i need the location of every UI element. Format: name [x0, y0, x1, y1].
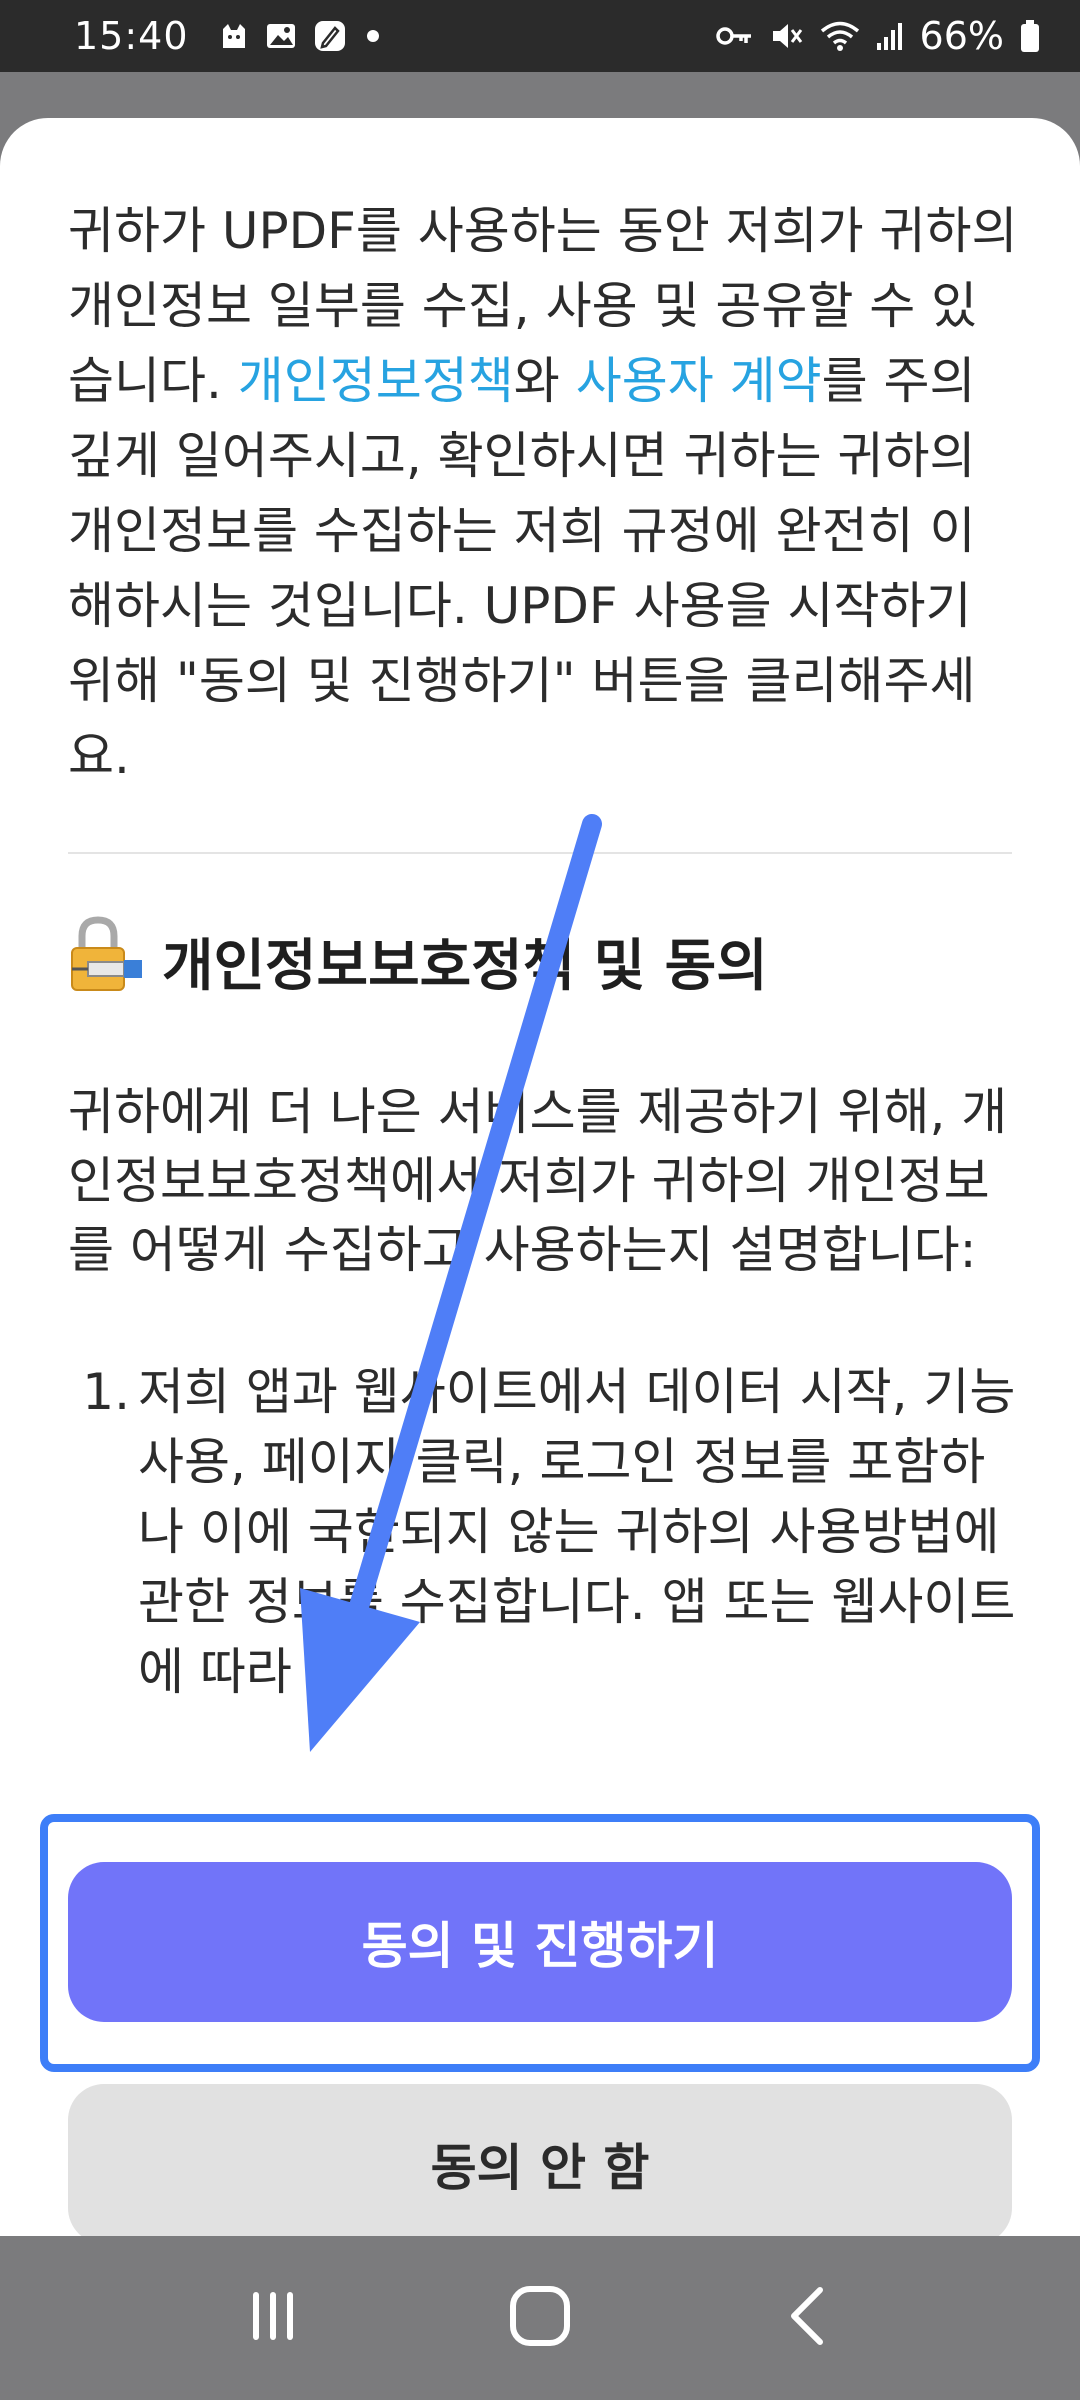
gallery-icon	[265, 21, 297, 51]
section-body: 귀하에게 더 나은 서비스를 제공하기 위해, 개인정보보호정책에서 저희가 귀…	[68, 1083, 1008, 1279]
button-area: 동의 및 진행하기 동의 안 함	[0, 1726, 1080, 2236]
intro-text: 귀하가 UPDF를 사용하는 동안 저희가 귀하의 개인정보 일부를 수집, 사…	[68, 194, 1018, 794]
back-icon	[782, 2284, 832, 2352]
battery-percent: 66%	[919, 14, 1004, 58]
back-button[interactable]	[752, 2263, 862, 2373]
status-bar: 15:40 66%	[0, 0, 1080, 72]
intro-text-part: 를 주의깊게 일어주시고, 확인하시면 귀하는 귀하의 개인정보를 수집하는 저…	[68, 352, 976, 785]
battery-icon	[1020, 19, 1040, 53]
user-agreement-link[interactable]: 사용자 계약	[576, 352, 822, 410]
lock-with-pen-icon	[68, 914, 144, 1008]
signal-icon	[876, 21, 904, 51]
divider	[68, 852, 1012, 854]
list-number: 1.	[82, 1363, 130, 1421]
home-button[interactable]	[485, 2263, 595, 2373]
privacy-policy-link[interactable]: 개인정보정책	[238, 352, 514, 410]
consent-dialog: 귀하가 UPDF를 사용하는 동안 저희가 귀하의 개인정보 일부를 수집, 사…	[0, 118, 1080, 2236]
agree-and-continue-button[interactable]: 동의 및 진행하기	[68, 1862, 1012, 2022]
recents-icon	[243, 2286, 303, 2350]
list-text: 저희 앱과 웹사이트에서 데이터 시작, 기능 사용, 페이지 클릭, 로그인 …	[138, 1363, 1016, 1701]
recents-button[interactable]	[218, 2263, 328, 2373]
section-heading: 개인정보보호정책 및 동의	[68, 914, 1018, 1008]
status-bar-right: 66%	[715, 14, 1040, 58]
home-icon	[508, 2284, 572, 2352]
decline-button[interactable]: 동의 안 함	[68, 2084, 1012, 2236]
intro-text-part: 와	[513, 352, 576, 410]
notes-icon	[313, 19, 347, 53]
list-item: 1. 저희 앱과 웹사이트에서 데이터 시작, 기능 사용, 페이지 클릭, 로…	[68, 1357, 1018, 1707]
section-title: 개인정보보호정책 및 동의	[162, 933, 768, 999]
wifi-icon	[820, 20, 860, 52]
dot-icon	[363, 26, 383, 46]
dialog-content: 귀하가 UPDF를 사용하는 동안 저희가 귀하의 개인정보 일부를 수집, 사…	[68, 194, 1018, 1707]
mute-icon	[770, 19, 804, 53]
navigation-bar	[0, 2236, 1080, 2400]
key-icon	[715, 24, 754, 48]
cat-app-icon	[219, 21, 249, 51]
status-time: 15:40	[74, 14, 189, 58]
status-bar-left: 15:40	[74, 14, 383, 58]
